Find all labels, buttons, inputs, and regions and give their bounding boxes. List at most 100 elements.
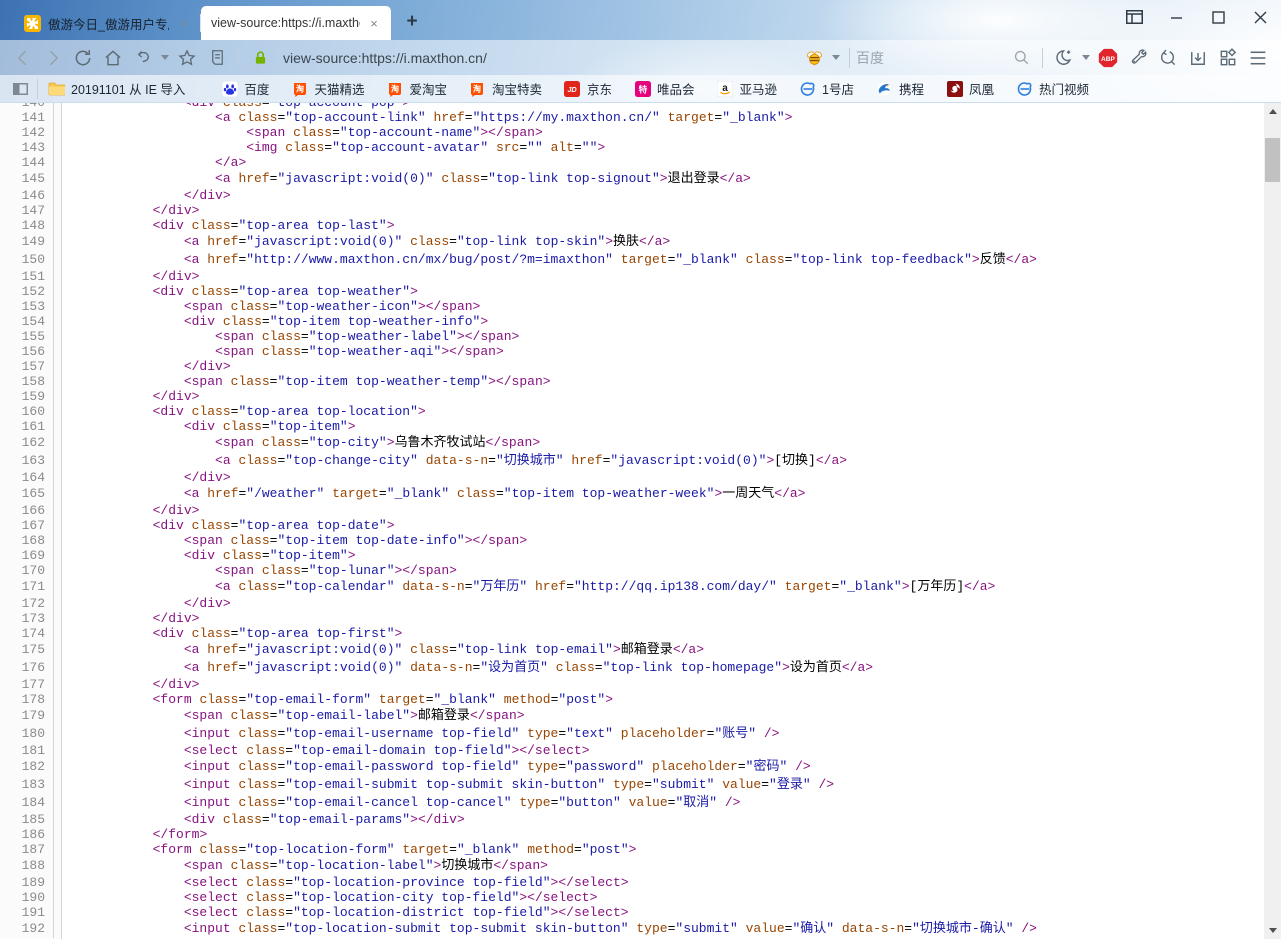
night-mode-moon-icon[interactable] [1049,44,1079,72]
line-number: 179 [0,707,54,725]
back-icon[interactable] [8,44,38,72]
bookmark-label: 唯品会 [657,79,695,98]
secure-lock-icon[interactable] [245,44,275,72]
source-line: 154 <div class="top-item top-weather-inf… [0,314,1260,329]
bookmark-folder-label: 20191101 从 IE 导入 [71,79,185,98]
layout-panel-button[interactable] [1113,0,1155,34]
minimize-button[interactable] [1155,0,1197,34]
source-line: 170 <span class="top-lunar"></span> [0,563,1260,578]
line-number: 180 [0,725,54,743]
maximize-button[interactable] [1197,0,1239,34]
tab-close-icon[interactable]: × [176,16,190,31]
source-line-code: <div class="top-item"> [54,548,356,563]
adblock-abp-icon[interactable]: ABP [1093,44,1123,72]
line-number: 182 [0,758,54,776]
source-line: 175 <a href="javascript:void(0)" class="… [0,641,1260,659]
undo-dropdown-caret[interactable] [161,55,169,60]
line-number: 176 [0,659,54,677]
search-magnifier-icon[interactable] [1006,44,1036,72]
tab-maxthon-today[interactable]: 傲游今日_傲游用户专属的网 × [14,6,200,40]
undo-history-icon[interactable] [128,44,158,72]
tab-view-source[interactable]: view-source:https://i.maxthon.cn/ × [201,6,391,40]
bookmark-items: 百度 淘天猫精选 淘爱淘宝 淘淘宝特卖 JD京东 特唯品会 a亚马逊 1号店 携程 凤凰 热门视频 [221,79,1111,98]
skin-wrench-icon[interactable] [1123,44,1153,72]
source-line: 176 <a href="javascript:void(0)" data-s-… [0,659,1260,677]
bookmark-item[interactable]: 凤凰 [946,79,994,98]
scroll-up-arrow[interactable] [1264,103,1281,120]
bookmark-item[interactable]: 淘天猫精选 [291,79,364,98]
refresh-icon[interactable] [68,44,98,72]
collector-grid-icon[interactable] [1213,44,1243,72]
line-number: 187 [0,842,54,857]
bookmark-item[interactable]: 热门视频 [1016,79,1089,98]
source-line-code: <span class="top-city">乌鲁木齐牧试站</span> [54,434,540,452]
forward-icon[interactable] [38,44,68,72]
line-number: 156 [0,344,54,359]
source-line-code: </div> [54,188,231,203]
line-number: 161 [0,419,54,434]
line-number: 177 [0,677,54,692]
sidebar-toggle-icon[interactable] [12,80,29,97]
source-line: 148 <div class="top-area top-last"> [0,218,1260,233]
source-line: 191 <select class="top-location-district… [0,905,1260,920]
line-number: 170 [0,563,54,578]
url-text[interactable]: view-source:https://i.maxthon.cn/ [283,50,487,66]
source-line-code: </div> [54,611,199,626]
main-menu-hamburger-icon[interactable] [1243,44,1273,72]
source-line-code: <select class="top-location-city top-fie… [54,890,597,905]
source-line-code: <div class="top-area top-last"> [54,218,395,233]
source-line: 165 <a href="/weather" target="_blank" c… [0,485,1260,503]
vip-favicon: 特 [634,80,651,97]
source-line: 186 </form> [0,827,1260,842]
svg-text:淘: 淘 [296,83,304,93]
source-line: 151 </div> [0,269,1260,284]
line-number: 168 [0,533,54,548]
source-line-code: </div> [54,470,231,485]
line-number: 155 [0,329,54,344]
scroll-down-arrow[interactable] [1264,922,1281,939]
line-number: 149 [0,233,54,251]
search-input[interactable]: 百度 [856,48,1006,68]
tab-title: 傲游今日_傲游用户专属的网 [48,14,169,33]
bookmark-item[interactable]: 1号店 [799,79,854,98]
vertical-scrollbar[interactable] [1264,103,1281,939]
line-number: 143 [0,140,54,155]
night-mode-dropdown-caret[interactable] [1082,55,1090,60]
line-number: 164 [0,470,54,485]
sniffer-icon[interactable] [1153,44,1183,72]
line-number: 186 [0,827,54,842]
search-engine-bee-icon[interactable] [799,44,829,72]
line-number: 165 [0,485,54,503]
search-box[interactable]: 百度 ABP [799,44,1281,72]
bookmark-label: 凤凰 [969,79,994,98]
source-line-code: <span class="top-email-label">邮箱登录</span… [54,707,525,725]
line-number: 167 [0,518,54,533]
notes-icon[interactable] [202,44,232,72]
bookmark-item[interactable]: 淘淘宝特卖 [469,79,542,98]
scrollbar-thumb[interactable] [1265,138,1280,182]
bookmark-item[interactable]: 淘爱淘宝 [386,79,447,98]
bookmark-item[interactable]: a亚马逊 [717,79,778,98]
source-line-code: <span class="top-weather-aqi"></span> [54,344,504,359]
line-number: 148 [0,218,54,233]
source-line: 159 </div> [0,389,1260,404]
bookmark-label: 天猫精选 [314,79,364,98]
download-icon[interactable] [1183,44,1213,72]
bookmark-label: 亚马逊 [740,79,778,98]
close-window-button[interactable] [1239,0,1281,34]
home-icon[interactable] [98,44,128,72]
line-number: 150 [0,251,54,269]
bookmark-folder-ie-import[interactable]: 20191101 从 IE 导入 [48,79,185,98]
source-line: 164 </div> [0,470,1260,485]
bookmark-item[interactable]: 百度 [221,79,269,98]
bookmark-item[interactable]: 特唯品会 [634,79,695,98]
favorites-star-icon[interactable] [172,44,202,72]
search-engine-dropdown-caret[interactable] [832,55,840,60]
source-line-code: <input class="top-location-submit top-su… [54,920,1037,938]
bookmark-item[interactable]: 携程 [876,79,924,98]
source-line-code: <a href="/weather" target="_blank" class… [54,485,805,503]
new-tab-button[interactable]: + [399,9,425,35]
bookmark-item[interactable]: JD京东 [564,79,612,98]
tab-close-icon[interactable]: × [367,16,381,31]
line-number: 151 [0,269,54,284]
